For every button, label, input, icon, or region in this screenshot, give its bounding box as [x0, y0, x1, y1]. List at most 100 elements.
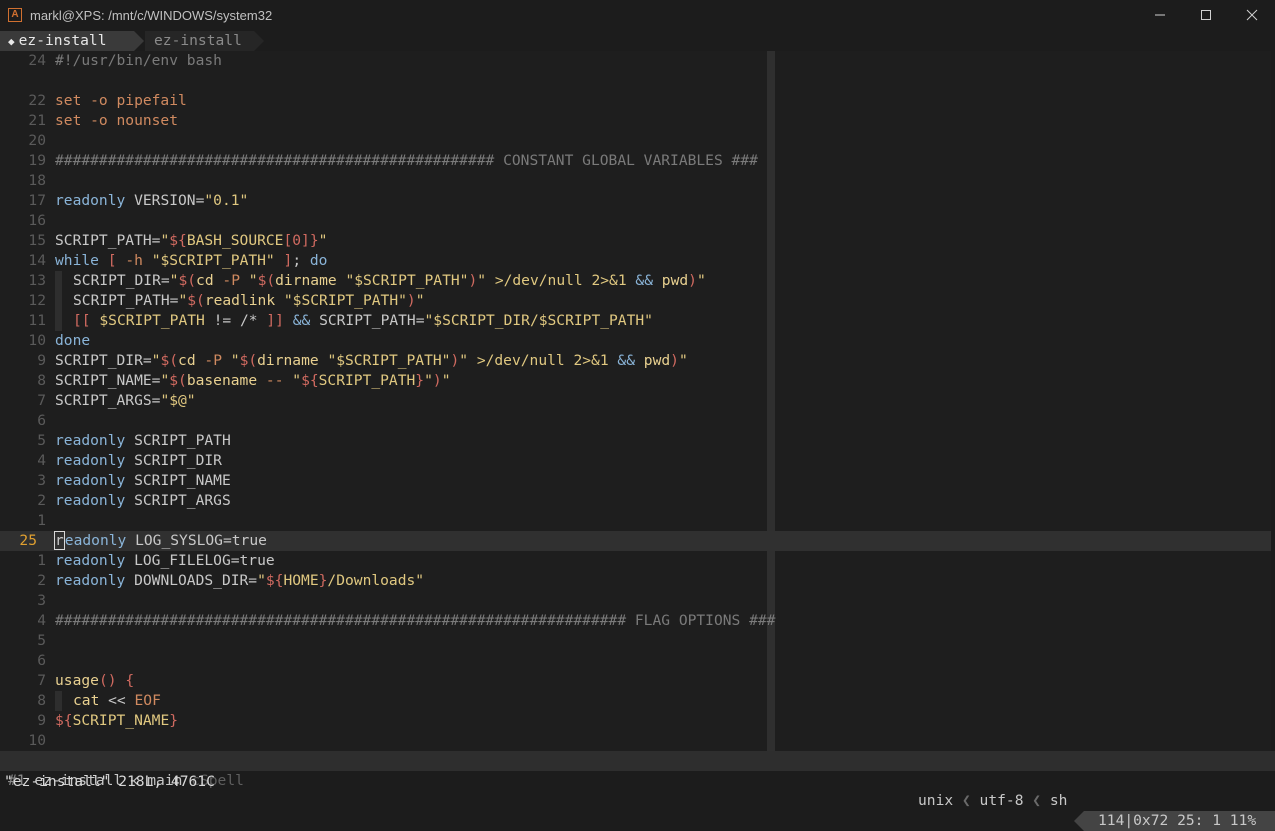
line-text: ${SCRIPT_NAME}: [55, 712, 179, 729]
line-number: 10: [28, 332, 46, 349]
code-line[interactable]: 6: [0, 411, 1271, 431]
code-line[interactable]: 9 SCRIPT_DIR="$(cd -P "$(dirname "$SCRIPT…: [0, 351, 1271, 371]
code-line[interactable]: 7 usage() {: [0, 671, 1271, 691]
maximize-button[interactable]: [1183, 0, 1229, 31]
line-number: 3: [37, 592, 46, 609]
code-line[interactable]: 21 set -o nounset: [0, 111, 1271, 131]
line-text: readonly LOG_FILELOG=true: [55, 552, 275, 569]
line-number: 17: [28, 192, 46, 209]
file-format: unix: [918, 792, 954, 809]
code-line[interactable]: 18: [0, 171, 1271, 191]
line-text: readonly SCRIPT_NAME: [55, 472, 231, 489]
command-line[interactable]: "ez-install" 218L, 4761C: [4, 772, 215, 792]
line-text: readonly DOWNLOADS_DIR="${HOME}/Download…: [55, 572, 425, 589]
line-number: 16: [28, 212, 46, 229]
line-number: 5: [37, 632, 46, 649]
line-text: while [ -h "$SCRIPT_PATH" ]; do: [55, 252, 328, 269]
editor-edge: [1271, 51, 1275, 751]
line-text: ########################################…: [55, 152, 758, 169]
line-number: 7: [37, 672, 46, 689]
code-line[interactable]: 3: [0, 591, 1271, 611]
line-text: readonly VERSION="0.1": [55, 192, 249, 209]
line-text: #!/usr/bin/env bash: [55, 52, 222, 69]
line-number: 8: [37, 372, 46, 389]
line-number: 8: [37, 692, 46, 709]
line-number: 2: [37, 572, 46, 589]
minimize-icon: [1155, 14, 1165, 16]
modified-diamond-icon: ◆: [8, 35, 15, 48]
line-number: 6: [37, 652, 46, 669]
line-text: cat << EOF: [55, 691, 161, 711]
code-line[interactable]: [0, 71, 1271, 91]
line-text: SCRIPT_PATH="$(readlink "$SCRIPT_PATH")": [55, 291, 425, 311]
code-line[interactable]: 9 ${SCRIPT_NAME}: [0, 711, 1271, 731]
code-line[interactable]: 1: [0, 511, 1271, 531]
close-icon: [1246, 9, 1258, 21]
line-text: readonly LOG_SYSLOG=true: [54, 531, 267, 550]
terminal-icon: A: [8, 8, 22, 22]
line-text: readonly SCRIPT_ARGS: [55, 492, 231, 509]
line-text: readonly SCRIPT_DIR: [55, 452, 222, 469]
line-number: 15: [28, 232, 46, 249]
line-number: 6: [37, 412, 46, 429]
maximize-icon: [1201, 10, 1211, 20]
line-text: readonly SCRIPT_PATH: [55, 432, 231, 449]
code-line[interactable]: 1 readonly LOG_FILELOG=true: [0, 551, 1271, 571]
line-number: 7: [37, 392, 46, 409]
line-number: 11: [28, 312, 46, 329]
code-line[interactable]: 6: [0, 651, 1271, 671]
code-line[interactable]: 4 readonly SCRIPT_DIR: [0, 451, 1271, 471]
code-line[interactable]: 7 SCRIPT_ARGS="$@": [0, 391, 1271, 411]
line-text: done: [55, 332, 91, 349]
minimize-button[interactable]: [1137, 0, 1183, 31]
status-right: unix ❮ utf-8 ❮ sh: [918, 791, 1067, 811]
code-line[interactable]: 16: [0, 211, 1271, 231]
code-line[interactable]: 5: [0, 631, 1271, 651]
code-line[interactable]: 20: [0, 131, 1271, 151]
line-text: usage() {: [55, 672, 135, 689]
window-title: markl@XPS: /mnt/c/WINDOWS/system32: [30, 8, 273, 23]
code-line[interactable]: 10 done: [0, 331, 1271, 351]
line-number: 4: [37, 452, 46, 469]
code-line[interactable]: 19 ######################################…: [0, 151, 1271, 171]
line-number: 18: [28, 172, 46, 189]
line-number: 4: [37, 612, 46, 629]
code-line[interactable]: 2 readonly DOWNLOADS_DIR="${HOME}/Downloa…: [0, 571, 1271, 591]
separator-icon: ❮: [961, 792, 971, 809]
line-number: 13: [28, 272, 46, 289]
line-text: set -o pipefail: [55, 92, 187, 109]
tab-line: ◆ ez-install ez-install: [0, 31, 1275, 51]
line-number: 1: [37, 552, 46, 569]
code-line[interactable]: 12 SCRIPT_PATH="$(readlink "$SCRIPT_PATH"…: [0, 291, 1271, 311]
code-line[interactable]: 22 set -o pipefail: [0, 91, 1271, 111]
code-line[interactable]: 17 readonly VERSION="0.1": [0, 191, 1271, 211]
code-line[interactable]: 24 #!/usr/bin/env bash: [0, 51, 1271, 71]
code-line[interactable]: 8 SCRIPT_NAME="$(basename -- "${SCRIPT_PA…: [0, 371, 1271, 391]
code-line[interactable]: 11 [[ $SCRIPT_PATH != /* ]] && SCRIPT_PAT…: [0, 311, 1271, 331]
tab-ez-install-active[interactable]: ◆ ez-install: [0, 31, 144, 51]
code-line[interactable]: 13 SCRIPT_DIR="$(cd -P "$(dirname "$SCRIP…: [0, 271, 1271, 291]
code-line[interactable]: 8 cat << EOF: [0, 691, 1271, 711]
code-line[interactable]: 5 readonly SCRIPT_PATH: [0, 431, 1271, 451]
code-line[interactable]: 4 #######################################…: [0, 611, 1271, 631]
close-button[interactable]: [1229, 0, 1275, 31]
code-line[interactable]: 10: [0, 731, 1271, 751]
line-number: 25: [19, 532, 37, 549]
line-number: 24: [28, 52, 46, 69]
code-line[interactable]: 2 readonly SCRIPT_ARGS: [0, 491, 1271, 511]
tab-ez-install[interactable]: ez-install: [145, 31, 264, 51]
editor-buffer[interactable]: 24 #!/usr/bin/env bash 22 set -o pipefail 21…: [0, 51, 1275, 751]
code-line[interactable]: 15 SCRIPT_PATH="${BASH_SOURCE[0]}": [0, 231, 1271, 251]
code-line[interactable]: 14 while [ -h "$SCRIPT_PATH" ]; do: [0, 251, 1271, 271]
line-number: 20: [28, 132, 46, 149]
cursor-line[interactable]: 25 readonly LOG_SYSLOG=true: [0, 531, 1271, 551]
line-number: 10: [28, 732, 46, 749]
line-text: SCRIPT_DIR="$(cd -P "$(dirname "$SCRIPT_…: [55, 271, 706, 291]
line-text: ########################################…: [55, 612, 776, 629]
code-line[interactable]: 3 readonly SCRIPT_NAME: [0, 471, 1271, 491]
line-number: 9: [37, 712, 46, 729]
line-number: 2: [37, 492, 46, 509]
line-number: 5: [37, 432, 46, 449]
line-text: SCRIPT_ARGS="$@": [55, 392, 196, 409]
line-number: 22: [28, 92, 46, 109]
